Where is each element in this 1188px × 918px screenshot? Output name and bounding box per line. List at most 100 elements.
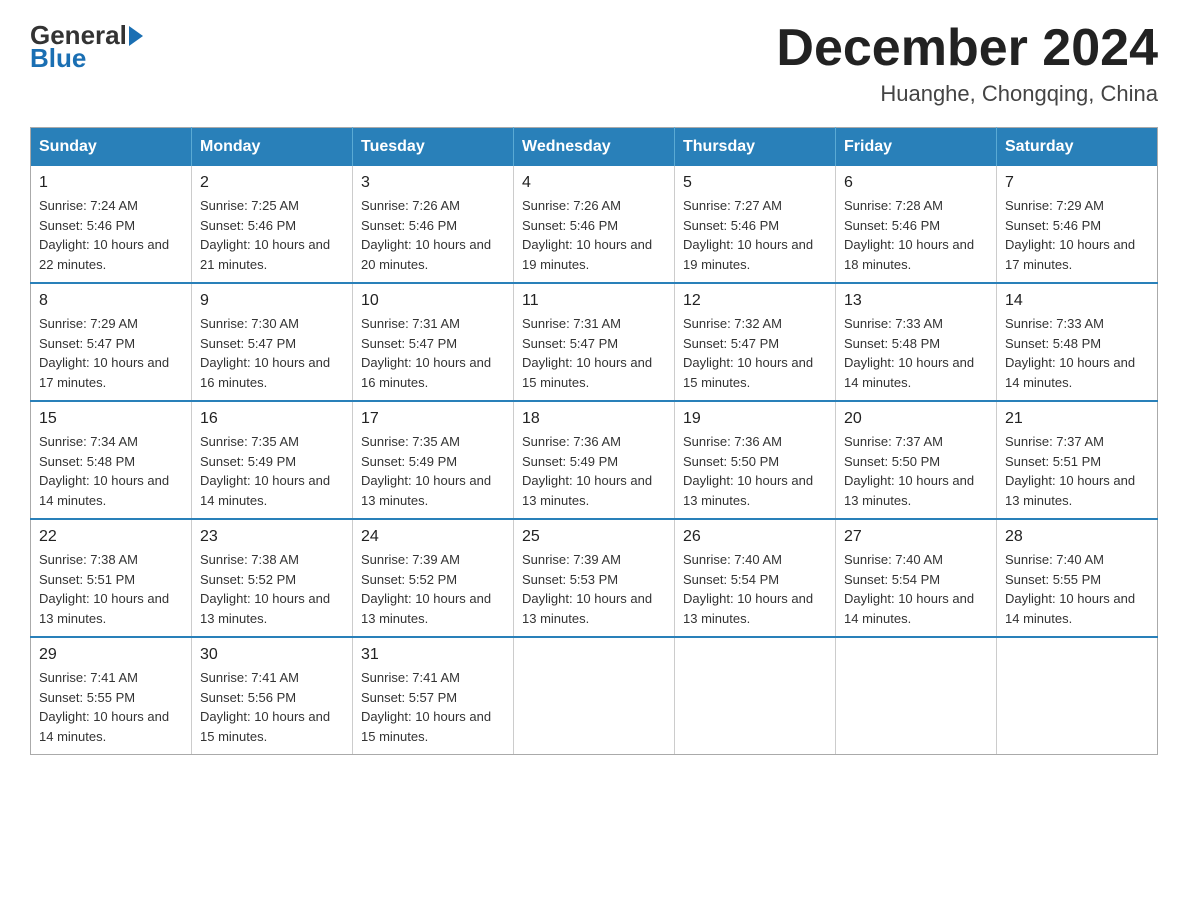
table-row: 28 Sunrise: 7:40 AMSunset: 5:55 PMDaylig…	[997, 519, 1158, 637]
calendar-week-row: 29 Sunrise: 7:41 AMSunset: 5:55 PMDaylig…	[31, 637, 1158, 755]
table-row: 12 Sunrise: 7:32 AMSunset: 5:47 PMDaylig…	[675, 283, 836, 401]
table-row: 11 Sunrise: 7:31 AMSunset: 5:47 PMDaylig…	[514, 283, 675, 401]
day-number: 16	[200, 410, 344, 428]
day-info: Sunrise: 7:35 AMSunset: 5:49 PMDaylight:…	[200, 434, 330, 508]
table-row: 7 Sunrise: 7:29 AMSunset: 5:46 PMDayligh…	[997, 166, 1158, 283]
day-info: Sunrise: 7:31 AMSunset: 5:47 PMDaylight:…	[361, 316, 491, 390]
day-number: 8	[39, 292, 183, 310]
calendar-week-row: 15 Sunrise: 7:34 AMSunset: 5:48 PMDaylig…	[31, 401, 1158, 519]
day-number: 28	[1005, 528, 1149, 546]
day-info: Sunrise: 7:26 AMSunset: 5:46 PMDaylight:…	[361, 198, 491, 272]
day-info: Sunrise: 7:33 AMSunset: 5:48 PMDaylight:…	[844, 316, 974, 390]
table-row	[997, 637, 1158, 755]
day-number: 2	[200, 174, 344, 192]
day-info: Sunrise: 7:37 AMSunset: 5:51 PMDaylight:…	[1005, 434, 1135, 508]
table-row: 24 Sunrise: 7:39 AMSunset: 5:52 PMDaylig…	[353, 519, 514, 637]
header-thursday: Thursday	[675, 128, 836, 167]
day-number: 19	[683, 410, 827, 428]
day-number: 4	[522, 174, 666, 192]
table-row: 2 Sunrise: 7:25 AMSunset: 5:46 PMDayligh…	[192, 166, 353, 283]
day-info: Sunrise: 7:41 AMSunset: 5:56 PMDaylight:…	[200, 670, 330, 744]
day-number: 3	[361, 174, 505, 192]
page-header: General Blue December 2024 Huanghe, Chon…	[30, 20, 1158, 107]
day-number: 17	[361, 410, 505, 428]
day-number: 27	[844, 528, 988, 546]
day-info: Sunrise: 7:32 AMSunset: 5:47 PMDaylight:…	[683, 316, 813, 390]
table-row	[836, 637, 997, 755]
day-number: 1	[39, 174, 183, 192]
calendar-week-row: 8 Sunrise: 7:29 AMSunset: 5:47 PMDayligh…	[31, 283, 1158, 401]
table-row: 14 Sunrise: 7:33 AMSunset: 5:48 PMDaylig…	[997, 283, 1158, 401]
table-row: 16 Sunrise: 7:35 AMSunset: 5:49 PMDaylig…	[192, 401, 353, 519]
day-number: 13	[844, 292, 988, 310]
day-number: 15	[39, 410, 183, 428]
table-row: 30 Sunrise: 7:41 AMSunset: 5:56 PMDaylig…	[192, 637, 353, 755]
day-number: 25	[522, 528, 666, 546]
header-friday: Friday	[836, 128, 997, 167]
table-row: 8 Sunrise: 7:29 AMSunset: 5:47 PMDayligh…	[31, 283, 192, 401]
table-row	[675, 637, 836, 755]
day-info: Sunrise: 7:28 AMSunset: 5:46 PMDaylight:…	[844, 198, 974, 272]
table-row: 13 Sunrise: 7:33 AMSunset: 5:48 PMDaylig…	[836, 283, 997, 401]
day-info: Sunrise: 7:35 AMSunset: 5:49 PMDaylight:…	[361, 434, 491, 508]
table-row: 15 Sunrise: 7:34 AMSunset: 5:48 PMDaylig…	[31, 401, 192, 519]
day-number: 11	[522, 292, 666, 310]
table-row: 27 Sunrise: 7:40 AMSunset: 5:54 PMDaylig…	[836, 519, 997, 637]
table-row: 18 Sunrise: 7:36 AMSunset: 5:49 PMDaylig…	[514, 401, 675, 519]
day-number: 14	[1005, 292, 1149, 310]
day-info: Sunrise: 7:39 AMSunset: 5:53 PMDaylight:…	[522, 552, 652, 626]
day-info: Sunrise: 7:36 AMSunset: 5:50 PMDaylight:…	[683, 434, 813, 508]
table-row: 6 Sunrise: 7:28 AMSunset: 5:46 PMDayligh…	[836, 166, 997, 283]
day-number: 5	[683, 174, 827, 192]
day-info: Sunrise: 7:41 AMSunset: 5:55 PMDaylight:…	[39, 670, 169, 744]
table-row: 20 Sunrise: 7:37 AMSunset: 5:50 PMDaylig…	[836, 401, 997, 519]
table-row: 3 Sunrise: 7:26 AMSunset: 5:46 PMDayligh…	[353, 166, 514, 283]
month-title: December 2024	[776, 20, 1158, 77]
logo-blue-text: Blue	[30, 43, 86, 73]
day-number: 12	[683, 292, 827, 310]
table-row: 17 Sunrise: 7:35 AMSunset: 5:49 PMDaylig…	[353, 401, 514, 519]
calendar-header-row: Sunday Monday Tuesday Wednesday Thursday…	[31, 128, 1158, 167]
day-number: 24	[361, 528, 505, 546]
day-info: Sunrise: 7:40 AMSunset: 5:54 PMDaylight:…	[844, 552, 974, 626]
day-number: 7	[1005, 174, 1149, 192]
day-info: Sunrise: 7:27 AMSunset: 5:46 PMDaylight:…	[683, 198, 813, 272]
day-info: Sunrise: 7:33 AMSunset: 5:48 PMDaylight:…	[1005, 316, 1135, 390]
header-tuesday: Tuesday	[353, 128, 514, 167]
table-row	[514, 637, 675, 755]
table-row: 21 Sunrise: 7:37 AMSunset: 5:51 PMDaylig…	[997, 401, 1158, 519]
calendar-week-row: 22 Sunrise: 7:38 AMSunset: 5:51 PMDaylig…	[31, 519, 1158, 637]
table-row: 22 Sunrise: 7:38 AMSunset: 5:51 PMDaylig…	[31, 519, 192, 637]
day-number: 6	[844, 174, 988, 192]
location-subtitle: Huanghe, Chongqing, China	[776, 81, 1158, 107]
header-saturday: Saturday	[997, 128, 1158, 167]
day-info: Sunrise: 7:25 AMSunset: 5:46 PMDaylight:…	[200, 198, 330, 272]
table-row: 9 Sunrise: 7:30 AMSunset: 5:47 PMDayligh…	[192, 283, 353, 401]
day-number: 18	[522, 410, 666, 428]
day-info: Sunrise: 7:39 AMSunset: 5:52 PMDaylight:…	[361, 552, 491, 626]
logo-arrow-icon	[129, 26, 143, 46]
day-info: Sunrise: 7:40 AMSunset: 5:55 PMDaylight:…	[1005, 552, 1135, 626]
header-monday: Monday	[192, 128, 353, 167]
day-number: 30	[200, 646, 344, 664]
calendar-table: Sunday Monday Tuesday Wednesday Thursday…	[30, 127, 1158, 755]
table-row: 10 Sunrise: 7:31 AMSunset: 5:47 PMDaylig…	[353, 283, 514, 401]
day-number: 31	[361, 646, 505, 664]
day-info: Sunrise: 7:38 AMSunset: 5:52 PMDaylight:…	[200, 552, 330, 626]
calendar-week-row: 1 Sunrise: 7:24 AMSunset: 5:46 PMDayligh…	[31, 166, 1158, 283]
day-number: 21	[1005, 410, 1149, 428]
day-info: Sunrise: 7:38 AMSunset: 5:51 PMDaylight:…	[39, 552, 169, 626]
day-number: 9	[200, 292, 344, 310]
day-info: Sunrise: 7:31 AMSunset: 5:47 PMDaylight:…	[522, 316, 652, 390]
day-info: Sunrise: 7:26 AMSunset: 5:46 PMDaylight:…	[522, 198, 652, 272]
day-number: 22	[39, 528, 183, 546]
day-number: 23	[200, 528, 344, 546]
logo: General Blue	[30, 20, 145, 74]
day-info: Sunrise: 7:36 AMSunset: 5:49 PMDaylight:…	[522, 434, 652, 508]
day-info: Sunrise: 7:34 AMSunset: 5:48 PMDaylight:…	[39, 434, 169, 508]
table-row: 25 Sunrise: 7:39 AMSunset: 5:53 PMDaylig…	[514, 519, 675, 637]
day-info: Sunrise: 7:41 AMSunset: 5:57 PMDaylight:…	[361, 670, 491, 744]
table-row: 4 Sunrise: 7:26 AMSunset: 5:46 PMDayligh…	[514, 166, 675, 283]
table-row: 5 Sunrise: 7:27 AMSunset: 5:46 PMDayligh…	[675, 166, 836, 283]
header-wednesday: Wednesday	[514, 128, 675, 167]
